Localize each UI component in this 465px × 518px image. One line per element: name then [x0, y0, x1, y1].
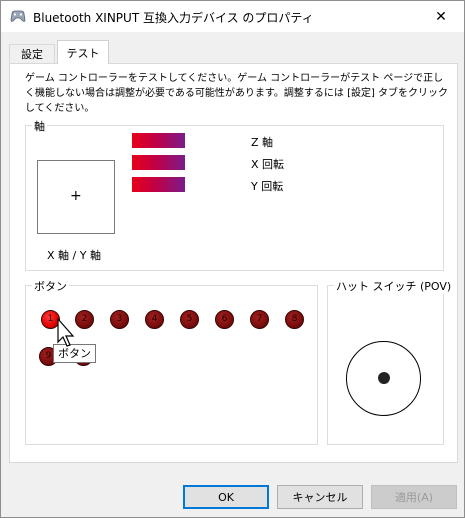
buttons-group: ボタン [25, 278, 318, 445]
tab-settings[interactable]: 設定 [9, 44, 55, 63]
axes-group-label: 軸 [32, 118, 47, 134]
xy-axis-label: X 軸 / Y 軸 [47, 249, 101, 262]
instructions-text: ゲーム コントローラーをテストしてください。ゲーム コントローラーがテスト ペー… [25, 73, 449, 114]
gamepad-button-3-number: 3 [116, 314, 123, 324]
title-bar: Bluetooth XINPUT 互換入力デバイス のプロパティ ✕ [1, 1, 464, 32]
y-rotation-bar [132, 177, 185, 192]
window-title: Bluetooth XINPUT 互換入力デバイス のプロパティ [33, 11, 314, 25]
properties-dialog: Bluetooth XINPUT 互換入力デバイス のプロパティ ✕ 設定 テス… [0, 0, 465, 518]
xy-crosshair: + [70, 188, 82, 204]
close-button[interactable]: ✕ [418, 1, 464, 32]
z-axis-bar [132, 133, 185, 148]
tab-test-label: テスト [66, 46, 100, 60]
apply-button[interactable]: 適用(A) [371, 485, 457, 509]
pov-center-dot [378, 372, 390, 384]
cancel-button[interactable]: キャンセル [277, 485, 363, 509]
y-rotation-label: Y 回転 [251, 180, 284, 193]
gamepad-button-5-number: 5 [186, 314, 193, 324]
x-rotation-bar [132, 155, 185, 170]
buttons-group-label: ボタン [32, 278, 69, 294]
game-controller-icon [10, 10, 26, 22]
gamepad-button-2-number: 2 [81, 314, 88, 324]
close-icon: ✕ [435, 8, 447, 25]
x-rotation-label: X 回転 [251, 158, 285, 171]
gamepad-button-7-number: 7 [256, 314, 263, 324]
ok-button[interactable]: OK [183, 485, 269, 509]
mouse-pointer-icon [57, 318, 75, 347]
pov-group-label: ハット スイッチ (POV) [334, 278, 454, 294]
gamepad-button-8-number: 8 [291, 314, 298, 324]
tab-settings-label: 設定 [21, 48, 43, 61]
z-axis-label: Z 軸 [251, 136, 274, 149]
gamepad-button-6-number: 6 [221, 314, 228, 324]
gamepad-button-4-number: 4 [151, 314, 158, 324]
tab-test[interactable]: テスト [57, 40, 109, 64]
